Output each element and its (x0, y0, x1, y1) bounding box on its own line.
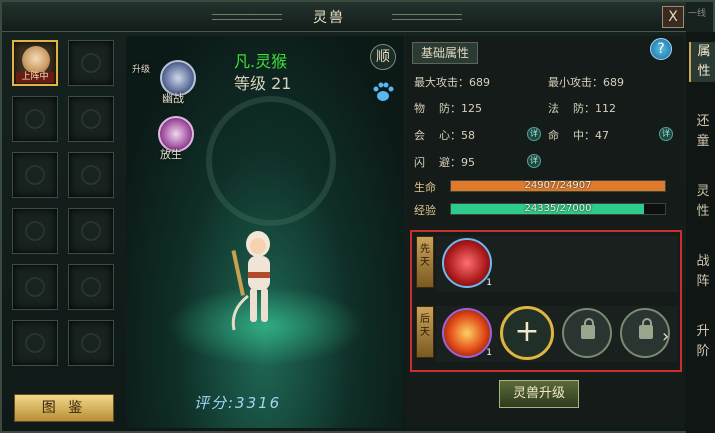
dragon-emblem-icon (25, 277, 45, 297)
tab-basic-attributes[interactable]: 基础属性 (412, 42, 478, 64)
exp-bar: 24335/27000 (450, 203, 666, 215)
hit: 命 中：47 (548, 129, 609, 142)
monkey-avatar-icon (22, 46, 50, 74)
innate-tag: 先天 (416, 236, 434, 288)
paw-icon[interactable] (371, 80, 395, 104)
pet-slot-empty[interactable] (12, 208, 58, 254)
innate-skill-count: 1 (486, 278, 492, 288)
pet-slot-empty[interactable] (12, 96, 58, 142)
pet-slot-empty[interactable] (12, 152, 58, 198)
innate-skill-icon[interactable]: 1 (442, 238, 492, 288)
pet-window: 灵兽 X 一线 上阵中 图 鉴 升级 幽战 放生 凡.灵猴 等级 21 顺 评分… (0, 0, 715, 433)
tab-rejuvenate[interactable]: 还童 (689, 112, 715, 152)
tab-spirit[interactable]: 灵性 (689, 182, 715, 222)
dragon-emblem-icon (81, 109, 101, 129)
dodge-detail-icon[interactable]: 详 (527, 154, 541, 168)
pet-name: 凡.灵猴 (234, 52, 288, 71)
hp-value: 24907/24907 (524, 180, 592, 191)
pet-level: 等级 21 (234, 74, 292, 93)
crit: 会 心：58 (414, 129, 475, 142)
pet-score: 评分:3316 (194, 394, 282, 412)
hit-detail-icon[interactable]: 详 (659, 127, 673, 141)
pet-slot-empty[interactable] (12, 320, 58, 366)
fire-skill-icon[interactable]: 1 (442, 308, 492, 358)
pet-slot-active[interactable]: 上阵中 (12, 40, 58, 86)
pet-slot-grid: 上阵中 (10, 38, 120, 388)
pet-slot-empty[interactable] (68, 40, 114, 86)
hp-bar: 24907/24907 (450, 180, 666, 192)
dragon-emblem-icon (25, 333, 45, 353)
hp-label: 生命 (414, 181, 436, 194)
pet-upgrade-button[interactable]: 灵兽升级 (499, 380, 579, 408)
pet-slot-empty[interactable] (68, 320, 114, 366)
acquired-skill-count: 1 (486, 348, 492, 358)
dragon-emblem-icon (81, 333, 101, 353)
side-tab-bar: 属性 还童 灵性 战阵 升阶 (686, 32, 715, 433)
window-title: 灵兽 (313, 10, 345, 26)
exp-label: 经验 (414, 204, 436, 217)
min-attack: 最小攻击：689 (548, 76, 624, 89)
title-bar: 灵兽 (2, 2, 686, 32)
orb-top-small-label: 升级 (132, 65, 151, 75)
dodge: 闪 避：95 (414, 156, 475, 169)
pet-slot-empty[interactable] (12, 264, 58, 310)
pet-slot-empty[interactable] (68, 208, 114, 254)
background-emblem (206, 96, 336, 226)
tab-attributes[interactable]: 属性 (689, 42, 715, 82)
physical-defense: 物 防：125 (414, 102, 482, 115)
lock-icon (581, 318, 595, 339)
tab-formation[interactable]: 战阵 (689, 252, 715, 292)
pet-stage: 升级 幽战 放生 凡.灵猴 等级 21 顺 评分:3316 (126, 36, 404, 428)
tab-rank-up[interactable]: 升阶 (689, 322, 715, 362)
pet-slot-empty[interactable] (68, 96, 114, 142)
dragon-emblem-icon (81, 221, 101, 241)
pet-slot-empty[interactable] (68, 264, 114, 310)
active-tag: 上阵中 (16, 72, 54, 83)
pet-slot-empty[interactable] (68, 152, 114, 198)
dragon-emblem-icon (81, 165, 101, 185)
close-button[interactable]: X (662, 6, 684, 28)
tame-badge: 顺 (370, 44, 396, 70)
dragon-emblem-icon (81, 277, 101, 297)
chevron-right-icon[interactable]: › (662, 326, 669, 347)
dragon-emblem-icon (25, 109, 45, 129)
magic-defense: 法 防：112 (548, 102, 616, 115)
acquired-tag: 后天 (416, 306, 434, 358)
locked-skill-slot (562, 308, 612, 358)
atlas-button[interactable]: 图 鉴 (14, 394, 114, 422)
crit-detail-icon[interactable]: 详 (527, 127, 541, 141)
dragon-emblem-icon (25, 165, 45, 185)
help-icon[interactable]: ? (650, 38, 672, 60)
exp-value: 24335/27000 (524, 203, 592, 214)
title-ornament-right (392, 14, 462, 20)
release-label: 放生 (160, 148, 182, 161)
dragon-emblem-icon (81, 53, 101, 73)
dragon-emblem-icon (25, 221, 45, 241)
monkey-pet-model (231, 231, 270, 331)
lock-icon (639, 318, 653, 339)
max-attack: 最大攻击：689 (414, 76, 490, 89)
top-right-label: 一线 (688, 9, 707, 19)
add-skill-button[interactable]: + (500, 306, 554, 360)
fight-label: 幽战 (162, 92, 184, 105)
skill-box: 先天 1 后天 1 + (410, 230, 682, 372)
